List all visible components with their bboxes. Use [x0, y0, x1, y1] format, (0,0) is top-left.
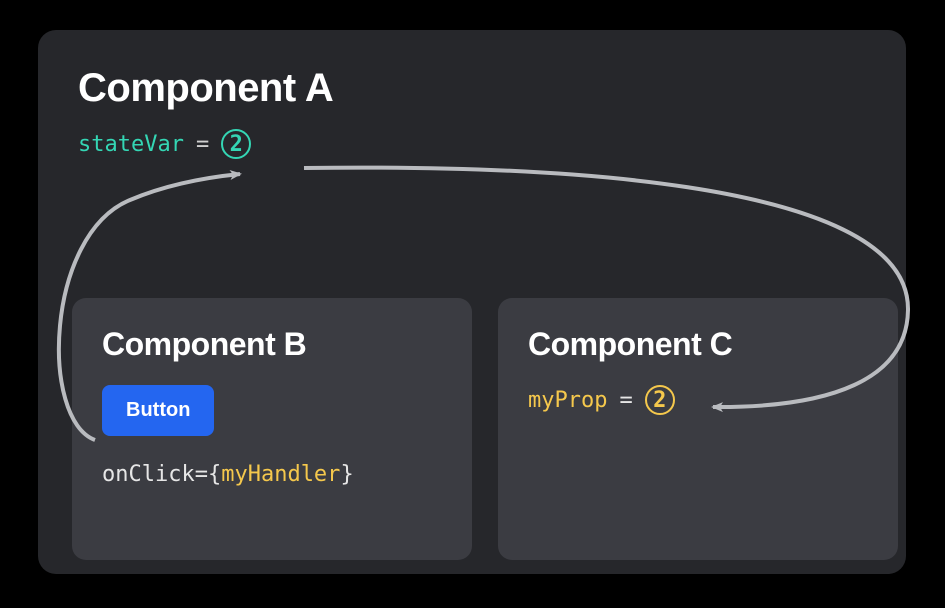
component-c-panel: Component C myProp = 2 — [498, 298, 898, 560]
button-label: Button — [126, 399, 190, 421]
state-var-line: stateVar = 2 — [78, 129, 866, 159]
state-var-value: 2 — [230, 132, 243, 157]
component-c-title: Component C — [528, 326, 868, 363]
onclick-prefix: onClick={ — [102, 462, 221, 487]
onclick-suffix: } — [340, 462, 353, 487]
button-element[interactable]: Button — [102, 385, 214, 436]
prop-name: myProp — [528, 388, 607, 413]
state-var-value-circle: 2 — [221, 129, 251, 159]
state-var-equals: = — [196, 132, 209, 157]
prop-value: 2 — [653, 388, 666, 413]
prop-equals: = — [619, 388, 632, 413]
diagram-canvas: Component A stateVar = 2 Component B But… — [0, 0, 945, 608]
component-a-title: Component A — [78, 66, 866, 111]
prop-value-circle: 2 — [645, 385, 675, 415]
state-var-name: stateVar — [78, 132, 184, 157]
prop-line: myProp = 2 — [528, 385, 868, 415]
component-b-title: Component B — [102, 326, 442, 363]
onclick-code-line: onClick={myHandler} — [102, 462, 442, 487]
onclick-handler: myHandler — [221, 462, 340, 487]
component-b-panel: Component B Button onClick={myHandler} — [72, 298, 472, 560]
